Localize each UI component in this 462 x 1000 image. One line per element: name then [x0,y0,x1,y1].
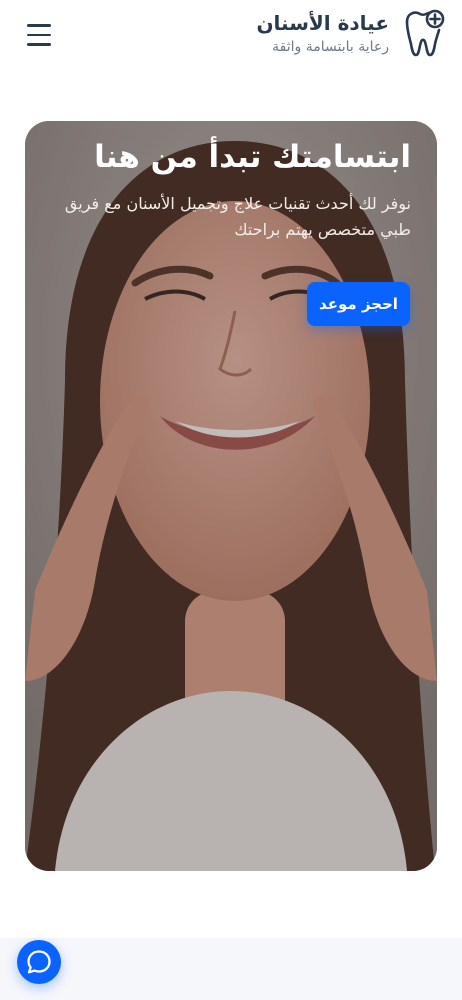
brand[interactable]: عيادة الأسنان رعاية بابتسامة واثقة [256,8,445,58]
next-section-background [0,938,462,1000]
menu-bar [27,43,51,46]
menu-bar [27,33,51,37]
brand-title: عيادة الأسنان [256,10,389,35]
menu-bar [27,24,51,27]
menu-button[interactable] [27,24,51,46]
hero-description: نوفر لك أحدث تقنيات علاج وتجميل الأسنان … [64,194,411,240]
hero-content: ابتسامتك تبدأ من هنا نوفر لك أحدث تقنيات… [51,139,411,244]
chat-bubble-icon [27,950,51,974]
hero-card: ابتسامتك تبدأ من هنا نوفر لك أحدث تقنيات… [25,121,437,871]
chat-button[interactable] [17,940,61,984]
site-header: عيادة الأسنان رعاية بابتسامة واثقة [0,0,462,72]
tooth-plus-icon [405,9,445,57]
book-appointment-button[interactable]: احجز موعد [307,282,410,326]
hero-title: ابتسامتك تبدأ من هنا [94,139,411,175]
brand-subtitle: رعاية بابتسامة واثقة [272,38,389,55]
